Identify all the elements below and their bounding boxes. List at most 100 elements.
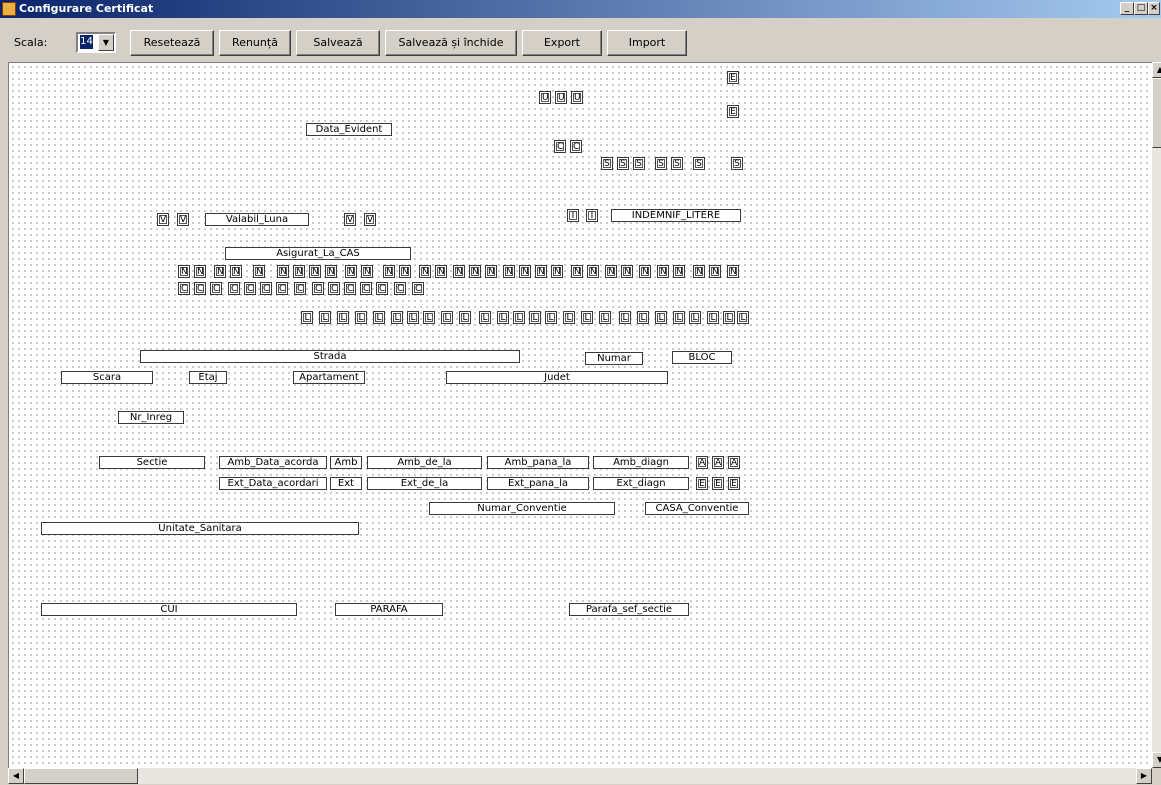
field-apartament[interactable]: Apartament (293, 371, 365, 384)
field-l[interactable]: L (707, 311, 719, 324)
field-l[interactable]: L (599, 311, 611, 324)
field-i[interactable]: I (567, 209, 579, 222)
field-e[interactable]: E (712, 477, 724, 490)
field-e[interactable]: E (728, 477, 740, 490)
field-s[interactable]: S (601, 157, 613, 170)
field-l[interactable]: L (563, 311, 575, 324)
field-n[interactable]: N (639, 265, 651, 278)
field-n[interactable]: N (309, 265, 321, 278)
field-strada[interactable]: Strada (140, 350, 520, 363)
horizontal-scrollbar[interactable]: ◀ ▶ (8, 768, 1152, 784)
field-n[interactable]: N (419, 265, 431, 278)
field-c[interactable]: C (570, 140, 582, 153)
salveaza-si-inchide-button[interactable]: Salvează și închide (385, 30, 517, 56)
field-l[interactable]: L (529, 311, 541, 324)
field-amb-diagn[interactable]: Amb_diagn (593, 456, 689, 469)
renunta-button[interactable]: Renunță (219, 30, 291, 56)
chevron-down-icon[interactable]: ▼ (98, 34, 114, 51)
field-l[interactable]: L (423, 311, 435, 324)
field-n[interactable]: N (453, 265, 465, 278)
field-indemnif-litere[interactable]: INDEMNIF_LITERE (611, 209, 741, 222)
field-l[interactable]: L (355, 311, 367, 324)
field-l[interactable]: L (407, 311, 419, 324)
resize-grip-icon[interactable] (1152, 768, 1161, 784)
field-s[interactable]: S (693, 157, 705, 170)
field-nr-inreg[interactable]: Nr_Inreg (118, 411, 184, 424)
field-c[interactable]: C (312, 282, 324, 295)
minimize-button[interactable]: _ (1120, 2, 1134, 15)
field-valabil-luna[interactable]: Valabil_Luna (205, 213, 309, 226)
field-s[interactable]: S (731, 157, 743, 170)
field-n[interactable]: N (551, 265, 563, 278)
field-u[interactable]: U (571, 91, 583, 104)
design-canvas[interactable]: E U U U E Data_Evident C C S S S S S S S… (8, 62, 1152, 768)
field-c[interactable]: C (376, 282, 388, 295)
salveaza-button[interactable]: Salvează (296, 30, 380, 56)
field-v[interactable]: V (364, 213, 376, 226)
field-c[interactable]: C (344, 282, 356, 295)
field-l[interactable]: L (319, 311, 331, 324)
field-c[interactable]: C (228, 282, 240, 295)
field-l[interactable]: L (513, 311, 525, 324)
field-l[interactable]: L (673, 311, 685, 324)
vertical-scroll-thumb[interactable] (1152, 78, 1161, 148)
reseteaza-button[interactable]: Resetează (130, 30, 214, 56)
field-n[interactable]: N (673, 265, 685, 278)
scroll-right-icon[interactable]: ▶ (1136, 768, 1152, 784)
field-n[interactable]: N (214, 265, 226, 278)
scroll-down-icon[interactable]: ▼ (1152, 752, 1161, 768)
scroll-up-icon[interactable]: ▲ (1152, 62, 1161, 78)
field-ext[interactable]: Ext (330, 477, 362, 490)
field-unitate-sanitara[interactable]: Unitate_Sanitara (41, 522, 359, 535)
field-cui[interactable]: CUI (41, 603, 297, 616)
field-l[interactable]: L (545, 311, 557, 324)
field-l[interactable]: L (637, 311, 649, 324)
field-n[interactable]: N (485, 265, 497, 278)
field-n[interactable]: N (361, 265, 373, 278)
field-n[interactable]: N (709, 265, 721, 278)
field-l[interactable]: L (655, 311, 667, 324)
field-n[interactable]: N (571, 265, 583, 278)
field-n[interactable]: N (587, 265, 599, 278)
field-a[interactable]: A (696, 456, 708, 469)
field-c[interactable]: C (394, 282, 406, 295)
field-data-evident[interactable]: Data_Evident (306, 123, 392, 136)
scala-combobox[interactable]: 14 ▼ (76, 32, 116, 53)
field-c[interactable]: C (554, 140, 566, 153)
field-i[interactable]: I (586, 209, 598, 222)
field-l[interactable]: L (619, 311, 631, 324)
field-a[interactable]: A (712, 456, 724, 469)
field-s[interactable]: S (633, 157, 645, 170)
field-judet[interactable]: Judet (446, 371, 668, 384)
field-bloc[interactable]: BLOC (672, 351, 732, 364)
field-l[interactable]: L (479, 311, 491, 324)
field-scara[interactable]: Scara (61, 371, 153, 384)
field-a[interactable]: A (728, 456, 740, 469)
field-c[interactable]: C (294, 282, 306, 295)
field-ext-de-la[interactable]: Ext_de_la (367, 477, 482, 490)
maximize-button[interactable]: □ (1134, 2, 1148, 15)
field-c[interactable]: C (260, 282, 272, 295)
field-l[interactable]: L (737, 311, 749, 324)
field-n[interactable]: N (435, 265, 447, 278)
field-etaj[interactable]: Etaj (189, 371, 227, 384)
field-n[interactable]: N (621, 265, 633, 278)
field-ext-data-acordari[interactable]: Ext_Data_acordari (219, 477, 327, 490)
export-button[interactable]: Export (522, 30, 602, 56)
field-e[interactable]: E (727, 71, 739, 84)
field-c[interactable]: C (360, 282, 372, 295)
horizontal-scroll-thumb[interactable] (24, 768, 138, 784)
field-amb-data-acorda[interactable]: Amb_Data_acorda (219, 456, 327, 469)
field-c[interactable]: C (210, 282, 222, 295)
field-c[interactable]: C (276, 282, 288, 295)
field-n[interactable]: N (727, 265, 739, 278)
field-l[interactable]: L (391, 311, 403, 324)
field-v[interactable]: V (157, 213, 169, 226)
field-l[interactable]: L (689, 311, 701, 324)
field-numar[interactable]: Numar (585, 352, 643, 365)
scroll-left-icon[interactable]: ◀ (8, 768, 24, 784)
field-n[interactable]: N (293, 265, 305, 278)
field-v[interactable]: V (344, 213, 356, 226)
field-n[interactable]: N (503, 265, 515, 278)
field-sectie[interactable]: Sectie (99, 456, 205, 469)
